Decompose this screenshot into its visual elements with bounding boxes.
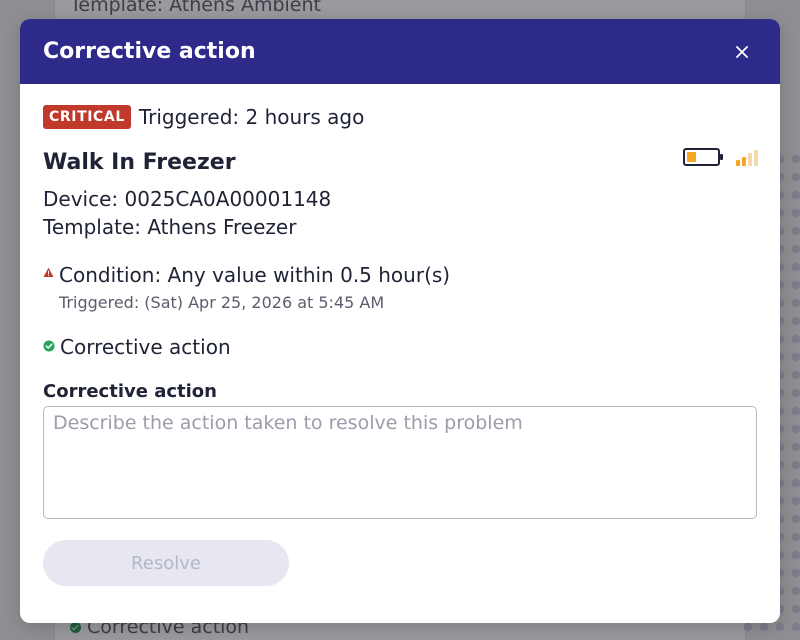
triggered-relative-time: Triggered: 2 hours ago — [138, 105, 365, 129]
check-circle-icon — [43, 340, 55, 352]
signal-bar — [754, 149, 758, 166]
check-circle-icon — [70, 621, 81, 633]
device-id: Device: 0025CA0A00001148 — [43, 187, 332, 211]
signal-strength-icon — [736, 148, 758, 166]
condition-triggered-time: Triggered: (Sat) Apr 25, 2026 at 5:45 AM — [59, 293, 385, 312]
corrective-status-text: Corrective action — [60, 335, 231, 359]
warning-triangle-icon — [43, 267, 54, 277]
corrective-action-label: Corrective action — [43, 381, 217, 402]
corrective-action-input[interactable] — [43, 406, 757, 519]
corrective-status-row: Corrective action — [43, 335, 231, 359]
signal-bar — [742, 156, 746, 166]
close-icon — [736, 45, 748, 58]
battery-icon — [683, 148, 723, 166]
condition-text: Condition: Any value within 0.5 hour(s) — [59, 263, 451, 287]
signal-bar — [748, 153, 752, 166]
background-template-text: Template: Athens Ambient — [70, 0, 321, 16]
device-template: Template: Athens Freezer — [43, 215, 297, 239]
signal-bar — [736, 160, 740, 166]
modal-title: Corrective action — [43, 39, 256, 64]
resolve-button[interactable]: Resolve — [43, 540, 289, 586]
alert-header-row: CRITICAL Triggered: 2 hours ago — [43, 105, 364, 129]
condition-row: Condition: Any value within 0.5 hour(s) — [43, 263, 450, 287]
device-name: Walk In Freezer — [43, 150, 236, 175]
device-status-icons — [683, 148, 758, 166]
close-button[interactable] — [727, 37, 757, 67]
severity-badge: CRITICAL — [43, 105, 131, 129]
modal-header: Corrective action — [20, 19, 780, 84]
battery-level-fill — [687, 152, 696, 162]
corrective-action-modal: Corrective action CRITICAL Triggered: 2 … — [20, 19, 780, 623]
